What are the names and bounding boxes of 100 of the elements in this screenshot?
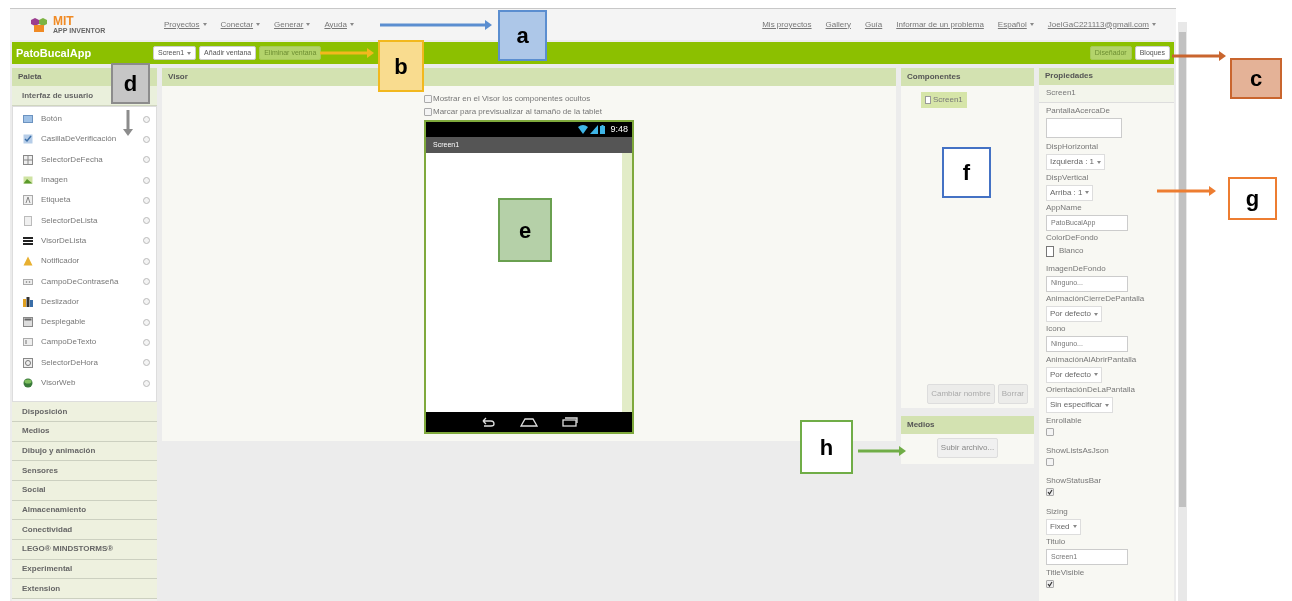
menu-link[interactable]: Guía — [864, 18, 883, 31]
checkbox[interactable] — [1046, 427, 1054, 436]
help-icon — [143, 257, 150, 265]
menu-link[interactable]: Gallery — [825, 18, 851, 31]
checkbox[interactable] — [424, 94, 432, 103]
caret-icon — [1105, 403, 1110, 407]
property-label: Icono — [1046, 324, 1067, 335]
property-label: ColorDeFondo — [1046, 233, 1100, 244]
caret-icon — [1097, 160, 1102, 164]
palette-category[interactable]: Experimental — [12, 559, 157, 580]
back-icon — [480, 417, 496, 427]
property-label: DispHorizontal — [1046, 142, 1100, 153]
callout-label: h — [800, 420, 853, 474]
palette-category[interactable]: LEGO® MINDSTORMS® — [12, 539, 157, 560]
palette-item-label: Imagen — [41, 174, 69, 187]
property-label: OrientaciónDeLaPantalla — [1046, 385, 1136, 396]
checkbox[interactable] — [424, 107, 432, 116]
dropdown-icon — [23, 317, 33, 328]
scrollbar[interactable] — [1178, 22, 1187, 601]
logo-title: MIT — [53, 15, 75, 27]
logo-icon — [30, 16, 50, 33]
property-dropdown[interactable]: Izquierda : 1 — [1046, 154, 1106, 171]
callout-label: e — [498, 198, 552, 262]
palette-item-label: VisorWeb — [41, 377, 77, 389]
callout-label: f — [942, 147, 991, 198]
menu-link[interactable]: Ayuda — [324, 18, 354, 31]
help-icon — [143, 176, 150, 184]
property-label: Titulo — [1046, 537, 1067, 548]
help-icon — [143, 298, 150, 306]
palette-item-label: Botón — [41, 113, 63, 126]
password-icon — [23, 276, 33, 287]
callout-label: g — [1228, 177, 1277, 220]
caret-icon — [1093, 373, 1098, 377]
help-icon — [143, 278, 150, 285]
palette-category[interactable]: Extension — [12, 579, 157, 600]
palette-category[interactable]: Disposición — [12, 402, 157, 422]
screen-icon — [925, 96, 931, 104]
clock-icon — [23, 357, 33, 368]
property-label: DispVertical — [1046, 172, 1090, 183]
property-label: AnimaciónCierreDePantalla — [1046, 294, 1146, 305]
home-icon — [520, 417, 538, 427]
calendar-icon — [23, 154, 33, 165]
property-dropdown[interactable]: Por defecto — [1046, 366, 1102, 383]
palette-item-label: Notificador — [41, 255, 81, 268]
menu-link[interactable]: Proyectos — [164, 18, 207, 31]
upload-button[interactable]: Subir archivo... — [936, 438, 999, 458]
caret-icon — [1093, 312, 1098, 316]
property-label: Enrollable — [1046, 415, 1083, 426]
menu-link[interactable]: Mis proyectos — [762, 18, 812, 31]
checkbox[interactable] — [1046, 579, 1054, 588]
textbox-icon — [23, 337, 33, 348]
property-dropdown[interactable]: Fixed — [1046, 518, 1081, 535]
palette-item-label: VisorDeLista — [41, 234, 88, 247]
callout-label: c — [1230, 58, 1282, 99]
scrollbar-thumb[interactable] — [1179, 32, 1186, 507]
help-icon — [143, 359, 150, 367]
property-label: PantallaAcercaDe — [1046, 106, 1112, 117]
palette-category[interactable]: Dibujo y animación — [12, 441, 157, 462]
palette-category[interactable]: Sensores — [12, 461, 157, 481]
checkbox[interactable] — [1046, 488, 1054, 497]
palette-category[interactable]: Almacenamiento — [12, 500, 157, 521]
wifi-icon — [578, 125, 589, 134]
palette-item-label: SelectorDeHora — [41, 356, 99, 369]
checkbox-label: Marcar para previsualizar al tamaño de la tablet — [433, 105, 602, 118]
property-label: TitleVisible — [1046, 567, 1086, 578]
list-icon — [23, 215, 33, 226]
callout-label: d — [111, 63, 150, 104]
menu-link[interactable]: Generar — [274, 18, 311, 31]
check-icon — [1047, 489, 1053, 496]
help-icon — [143, 338, 150, 346]
check-icon — [1047, 580, 1053, 587]
property-dropdown[interactable]: Sin especificar — [1046, 397, 1114, 414]
status-time: 9:48 — [610, 122, 628, 136]
menu-link[interactable]: Informar de un problema — [896, 18, 984, 31]
panel-header: Propiedades — [1039, 68, 1174, 85]
list-icon — [23, 235, 33, 246]
palette-category[interactable]: Social — [12, 480, 157, 501]
panel-header: Componentes — [901, 68, 1034, 86]
palette-category[interactable]: Medios — [12, 421, 157, 442]
palette-item-label: Etiqueta — [41, 194, 72, 207]
palette-item-label: CasillaDeVerificación — [41, 133, 118, 146]
menu-link[interactable]: Español — [997, 18, 1034, 31]
property-dropdown[interactable]: Arriba : 1 — [1046, 184, 1094, 201]
color-swatch[interactable] — [1046, 245, 1054, 257]
palette-item-label: Deslizador — [41, 295, 80, 308]
property-label: ShowListsAsJson — [1046, 446, 1110, 457]
help-icon — [143, 135, 150, 143]
tree-item[interactable]: Screen1 — [921, 92, 967, 108]
property-label: Sizing — [1046, 506, 1069, 517]
property-dropdown[interactable]: Por defecto — [1046, 306, 1102, 323]
palette-category[interactable]: Conectividad — [12, 520, 157, 540]
label-icon — [23, 195, 33, 206]
menu-link[interactable]: JoelGaC221113@gmail.com — [1047, 18, 1156, 31]
checkbox[interactable] — [1046, 458, 1054, 467]
menu-link[interactable]: Conectar — [220, 18, 261, 31]
panel-header: Medios — [901, 416, 1034, 434]
caret-icon — [1072, 525, 1077, 529]
color-value: Blanco — [1059, 245, 1084, 258]
text-area[interactable] — [1046, 118, 1122, 139]
slider-icon — [23, 296, 33, 307]
